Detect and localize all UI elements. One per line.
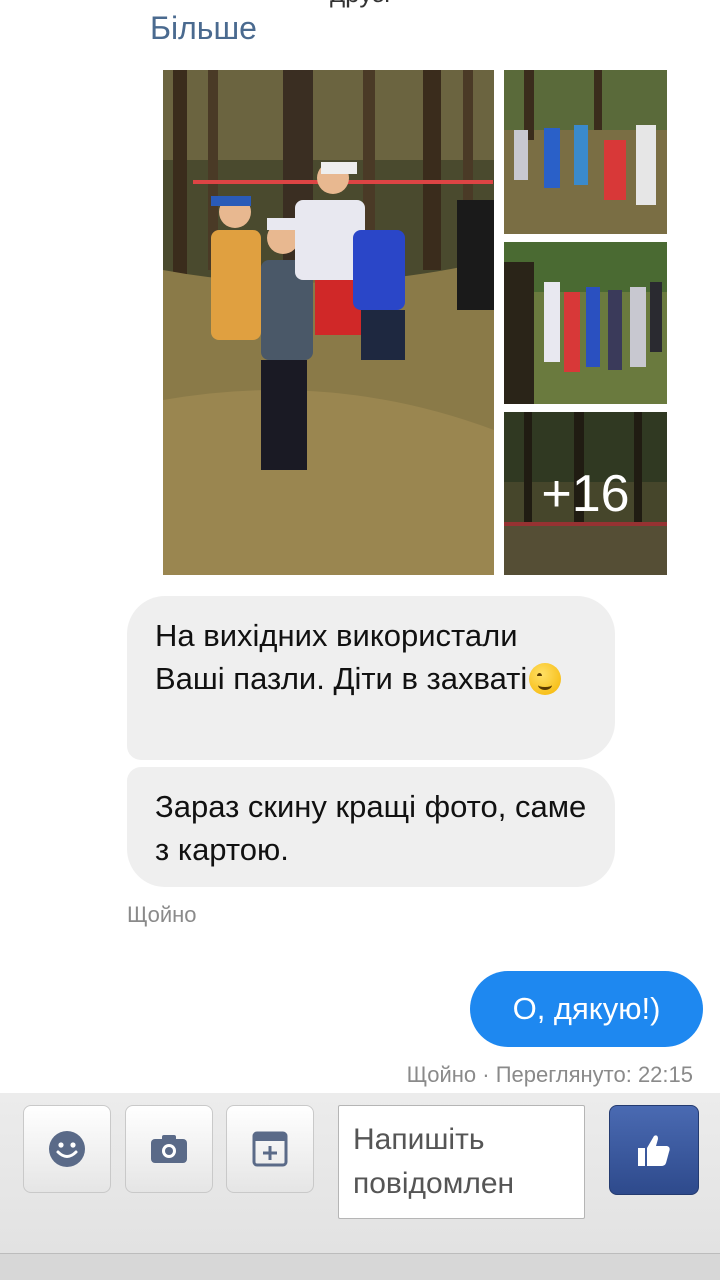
incoming-message-bubble[interactable]: На вихідних використали Ваші пазли. Діти… (127, 596, 615, 760)
camera-button[interactable] (125, 1105, 213, 1193)
thumbs-up-icon (638, 1135, 670, 1166)
emoji-button[interactable] (23, 1105, 111, 1193)
message-text: На вихідних використали Ваші пазли. Діти… (155, 618, 528, 696)
more-photos-count: +16 (504, 412, 667, 575)
outgoing-message-bubble[interactable]: О, дякую!) (470, 971, 703, 1047)
bottom-bar (0, 1253, 720, 1280)
see-more-link[interactable]: Більше (150, 10, 257, 47)
message-input[interactable] (338, 1105, 585, 1219)
seen-status: Щойно · Переглянуто: 22:15 (406, 1062, 693, 1087)
message-composer (0, 1093, 720, 1253)
message-text: О, дякую!) (512, 991, 661, 1026)
album-photo-main[interactable] (163, 70, 494, 575)
camera-icon (151, 1135, 187, 1163)
sticker-icon (252, 1131, 288, 1167)
photo-album-grid: +16 (163, 70, 667, 575)
album-photo-3[interactable] (504, 242, 667, 404)
album-photo-more[interactable]: +16 (504, 412, 667, 575)
smiley-icon (49, 1131, 85, 1167)
incoming-message-bubble[interactable]: Зараз скину кращі фото, саме з картою. (127, 767, 615, 887)
sticker-button[interactable] (226, 1105, 314, 1193)
album-photo-2[interactable] (504, 70, 667, 234)
wink-face-icon (529, 663, 562, 695)
incoming-timestamp: Щойно (127, 902, 197, 927)
like-button[interactable] (609, 1105, 699, 1195)
message-text: Зараз скину кращі фото, саме з картою. (155, 789, 587, 867)
previous-message-fragment: друзі (330, 0, 390, 9)
